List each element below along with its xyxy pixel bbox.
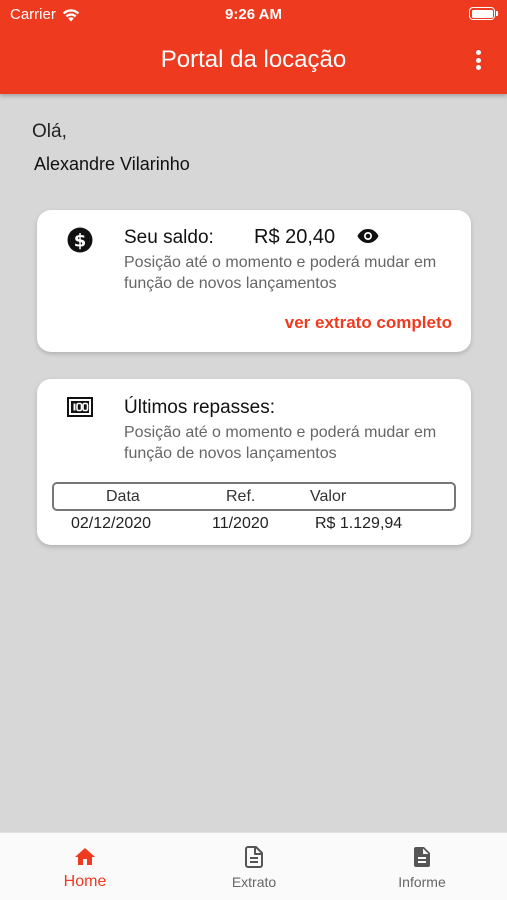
- balance-title: Seu saldo:: [124, 227, 214, 248]
- repasses-title: Últimos repasses:: [124, 397, 275, 418]
- tab-home[interactable]: Home: [25, 833, 145, 900]
- eye-icon[interactable]: [357, 228, 379, 244]
- document-filled-icon: [414, 847, 430, 867]
- more-vertical-icon[interactable]: [467, 48, 489, 72]
- column-header-data: Data: [106, 488, 140, 505]
- tab-informe-label: Informe: [398, 874, 446, 890]
- full-statement-link[interactable]: ver extrato completo: [285, 313, 452, 333]
- tab-informe[interactable]: Informe: [362, 833, 482, 900]
- cell-data: 02/12/2020: [71, 515, 152, 532]
- table-header: Data Ref. Valor: [52, 482, 456, 511]
- balance-value: R$ 20,40: [254, 226, 336, 248]
- user-name: Alexandre Vilarinho: [34, 154, 190, 174]
- battery-icon: [469, 7, 498, 20]
- repasses-description: Posição até o momento e poderá mudar em …: [124, 424, 437, 462]
- tab-home-label: Home: [63, 873, 107, 890]
- svg-text:$: $: [74, 231, 87, 252]
- column-header-ref: Ref.: [226, 488, 256, 505]
- repasses-card: Últimos repasses: Posição até o momento …: [37, 379, 471, 545]
- greeting-salutation: Olá,: [32, 121, 67, 142]
- table-row: 02/12/2020 11/2020 R$ 1.129,94: [52, 510, 456, 534]
- tab-extrato-label: Extrato: [231, 874, 277, 890]
- bottom-tab-bar: Home Extrato Informe: [0, 832, 507, 900]
- document-outline-icon: [245, 846, 263, 868]
- cell-valor: R$ 1.129,94: [315, 515, 403, 532]
- balance-card: $ Seu saldo: R$ 20,40 Posição até o mome…: [37, 210, 471, 352]
- dollar-circle-icon: $: [67, 227, 93, 253]
- tab-extrato[interactable]: Extrato: [194, 833, 314, 900]
- home-icon: [75, 848, 95, 865]
- balance-description: Posição até o momento e poderá mudar em …: [124, 254, 437, 292]
- status-bar: Carrier 9:26 AM: [0, 0, 507, 28]
- clock: 9:26 AM: [225, 6, 282, 23]
- money-bill-icon: [67, 397, 93, 417]
- cell-ref: 11/2020: [212, 515, 269, 532]
- column-header-valor: Valor: [310, 488, 347, 505]
- page-title: Portal da locação: [160, 46, 347, 73]
- app-header: Carrier 9:26 AM Portal da locação: [0, 0, 507, 94]
